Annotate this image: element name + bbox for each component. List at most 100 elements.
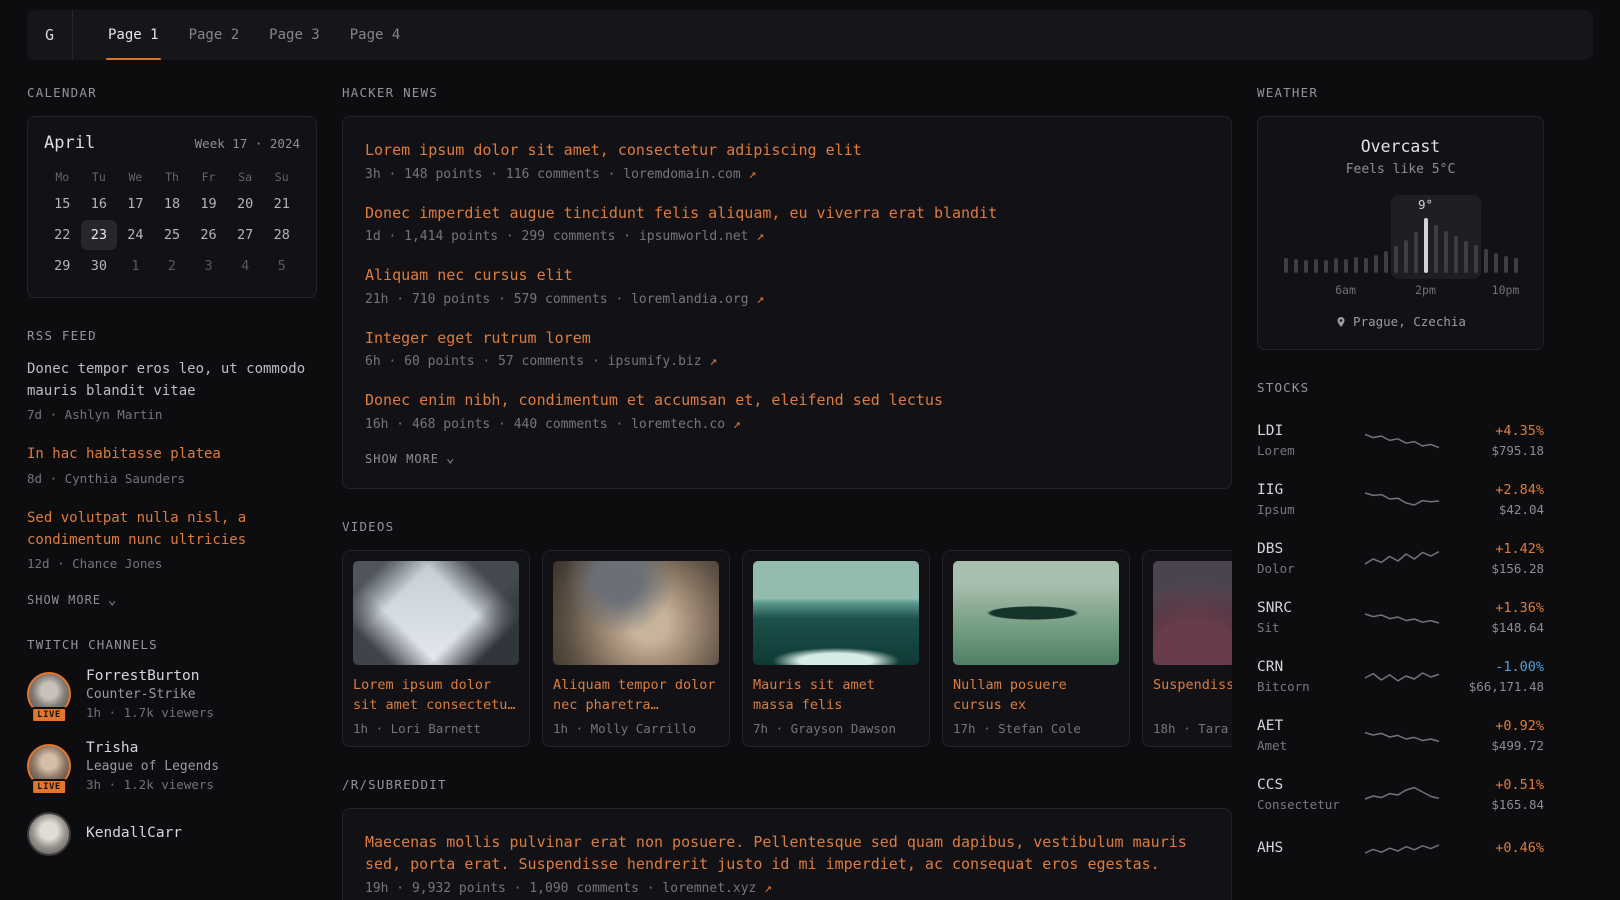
video-thumbnail [353,561,519,665]
videos-widget: VIDEOS Lorem ipsum dolor sit amet consec… [342,519,1232,747]
calendar-day-grid: 15 16 17 18 19 20 21 22 [44,189,300,281]
external-link-icon: ↗ [756,229,764,244]
twitch-channel-info: ForrestBurton Counter-Strike 1h · 1.7k v… [86,668,214,720]
hn-item-title[interactable]: Lorem ipsum dolor sit amet, consectetur … [365,139,1209,162]
hn-item-title[interactable]: Aliquam nec cursus elit [365,264,1209,287]
calendar-day: 20 [227,189,264,219]
nav-tab[interactable]: Page 3 [254,10,335,60]
hn-item-meta: 21h · 710 points · 579 comments · loreml… [365,292,1209,307]
stock-name: Dolor [1257,561,1357,576]
live-badge: LIVE [31,707,67,723]
rss-item-title[interactable]: In hac habitasse platea [27,444,317,466]
calendar-day: 25 [154,220,191,250]
rss-item: Sed volutpat nulla nisl, a condimentum n… [27,508,317,571]
stock-ticker: DBS [1257,541,1357,557]
calendar-day: 26 [190,220,227,250]
hn-item-domain[interactable]: loremdomain.com [623,167,740,182]
weather-widget: WEATHER Overcast Feels like 5°C 9° 6am2p… [1257,85,1544,350]
stock-row[interactable]: AHS +0.46% [1257,824,1544,876]
calendar-widget: CALENDAR April Week 17 · 2024 Mo Tu We T… [27,85,317,298]
rss-show-more-button[interactable]: SHOW MORE ⌄ [27,593,317,607]
top-nav-bar: G Page 1 Page 2 Page 3 Page 4 [27,10,1593,60]
reddit-post: Maecenas mollis pulvinar erat non posuer… [365,831,1209,896]
stock-row[interactable]: SNRC Sit +1.36% $148.64 [1257,588,1544,647]
hn-item-title[interactable]: Donec imperdiet augue tincidunt felis al… [365,202,1209,225]
stocks-widget-header: STOCKS [1257,380,1544,395]
rss-item-title[interactable]: Donec tempor eros leo, ut commodo mauris… [27,359,317,402]
stock-price: $499.72 [1447,738,1544,753]
live-badge: LIVE [31,779,67,795]
twitch-widget: TWITCH CHANNELS LIVE ForrestBurton Count… [27,637,317,856]
calendar-day: 27 [227,220,264,250]
external-link-icon: ↗ [764,881,772,896]
hn-item-meta: 1d · 1,414 points · 299 comments · ipsum… [365,229,1209,244]
calendar-day: 16 [81,189,118,219]
stock-row[interactable]: IIG Ipsum +2.84% $42.04 [1257,470,1544,529]
twitch-channel-game: League of Legends [86,759,219,774]
twitch-channel[interactable]: LIVE ForrestBurton Counter-Strike 1h · 1… [27,668,317,720]
hn-item-title[interactable]: Integer eget rutrum lorem [365,327,1209,350]
calendar-weekday-row: Mo Tu We Th Fr Sa Su [44,165,300,189]
reddit-post-title[interactable]: Maecenas mollis pulvinar erat non posuer… [365,831,1209,876]
rss-item-meta: 7d · Ashlyn Martin [27,407,317,422]
video-card[interactable]: Mauris sit amet massa felis 7h · Grayson… [742,550,930,747]
avatar-image [27,812,71,856]
stock-row[interactable]: CRN Bitcorn -1.00% $66,171.48 [1257,647,1544,706]
stock-name: Ipsum [1257,502,1357,517]
stock-change: +1.36% [1447,600,1544,616]
stock-ticker: AHS [1257,840,1357,856]
video-card[interactable]: Suspendisse diam 18h · Tara [1142,550,1232,747]
video-card[interactable]: Aliquam tempor dolor nec pharetra… 1h · … [542,550,730,747]
stock-ticker: SNRC [1257,600,1357,616]
reddit-post-stats: 19h · 9,932 points · 1,090 comments · [365,881,662,896]
weekday-label: Tu [81,165,118,189]
twitch-channel[interactable]: LIVE KendallCarr [27,812,317,856]
stock-row[interactable]: LDI Lorem +4.35% $795.18 [1257,411,1544,470]
hn-item-title[interactable]: Donec enim nibh, condimentum et accumsan… [365,389,1209,412]
twitch-channel[interactable]: LIVE Trisha League of Legends 3h · 1.2k … [27,740,317,792]
stock-name: Amet [1257,738,1357,753]
video-meta: 1h · Lori Barnett [353,721,519,736]
reddit-post-domain[interactable]: loremnet.xyz [662,881,756,896]
stock-name: Bitcorn [1257,679,1357,694]
rss-item-title[interactable]: Sed volutpat nulla nisl, a condimentum n… [27,508,317,551]
hn-item-domain[interactable]: loremlandia.org [631,292,748,307]
avatar: LIVE [27,744,71,788]
calendar-day: 21 [263,189,300,219]
stock-change: +1.42% [1447,541,1544,557]
video-card[interactable]: Nullam posuere cursus ex 17h · Stefan Co… [942,550,1130,747]
stock-row[interactable]: DBS Dolor +1.42% $156.28 [1257,529,1544,588]
subreddit-card: Maecenas mollis pulvinar erat non posuer… [342,808,1232,900]
stock-name: Sit [1257,620,1357,635]
hn-item: Donec enim nibh, condimentum et accumsan… [365,389,1209,432]
video-title: Suspendisse diam [1153,675,1232,715]
rss-widget-header: RSS FEED [27,328,317,343]
twitch-channel-name: ForrestBurton [86,668,214,684]
calendar-day: 15 [44,189,81,219]
stock-sparkline [1363,722,1441,750]
twitch-widget-header: TWITCH CHANNELS [27,637,317,652]
nav-tab[interactable]: Page 4 [335,10,416,60]
weather-location: Prague, Czechia [1274,314,1527,329]
hn-item-stats: 3h · 148 points · 116 comments · [365,167,623,182]
hn-item: Aliquam nec cursus elit 21h · 710 points… [365,264,1209,307]
rss-list: Donec tempor eros leo, ut commodo mauris… [27,359,317,571]
video-card[interactable]: Lorem ipsum dolor sit amet consectetu… 1… [342,550,530,747]
hn-item-domain[interactable]: ipsumworld.net [639,229,749,244]
hn-show-more-button[interactable]: SHOW MORE ⌄ [365,452,1209,466]
nav-tab[interactable]: Page 2 [174,10,255,60]
weather-chart: 9° 6am2pm10pm [1284,213,1518,298]
twitch-channel-meta: 1h · 1.7k viewers [86,705,214,720]
weekday-label: Sa [227,165,264,189]
weekday-label: Th [154,165,191,189]
hn-item-domain[interactable]: ipsumify.biz [608,354,702,369]
stock-price: $165.84 [1447,797,1544,812]
twitch-channel-meta: 3h · 1.2k viewers [86,777,219,792]
stock-row[interactable]: CCS Consectetur +0.51% $165.84 [1257,765,1544,824]
calendar-day: 3 [190,251,227,281]
hn-item-domain[interactable]: loremtech.co [631,417,725,432]
twitch-channel-name: KendallCarr [86,825,182,841]
nav-tab[interactable]: Page 1 [93,10,174,60]
twitch-channel-game: Counter-Strike [86,687,214,702]
stock-row[interactable]: AET Amet +0.92% $499.72 [1257,706,1544,765]
